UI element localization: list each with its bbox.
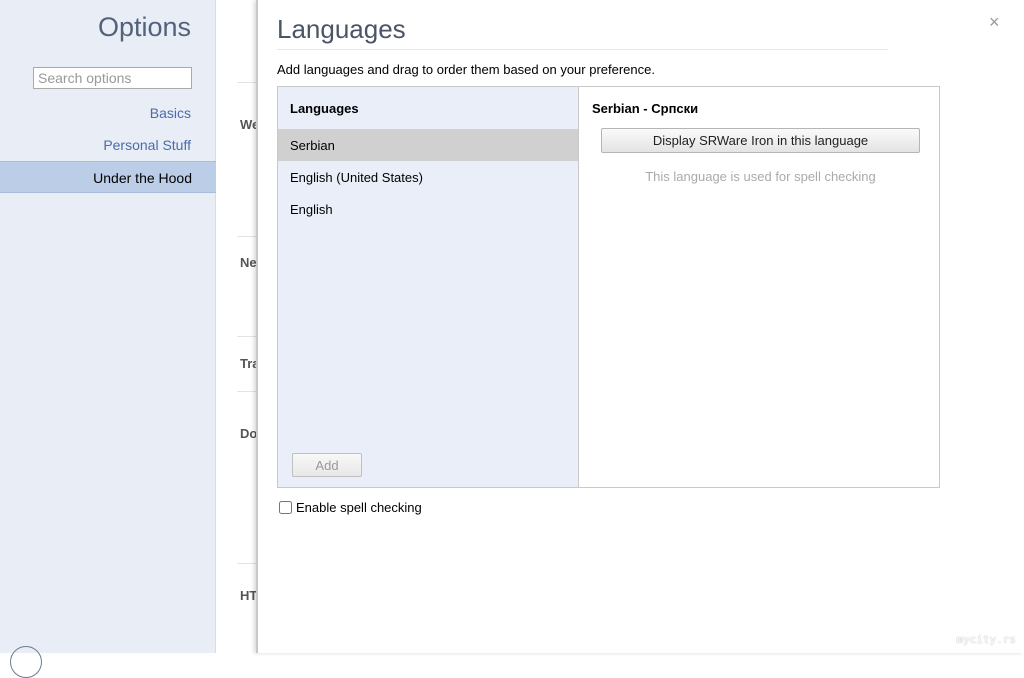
options-title: Options: [97, 12, 191, 42]
language-list: Languages Serbian English (United States…: [278, 87, 579, 487]
dialog-description: Add languages and drag to order them bas…: [277, 62, 655, 77]
section-label: Do: [240, 426, 258, 441]
add-button[interactable]: Add: [292, 453, 362, 477]
spell-check-label: Enable spell checking: [296, 500, 422, 515]
avatar-icon: [10, 646, 42, 678]
search-input[interactable]: [33, 67, 192, 89]
spell-check-checkbox[interactable]: [279, 501, 292, 514]
divider: [277, 49, 888, 50]
divider: [237, 563, 257, 564]
languages-dialog: Languages × Add languages and drag to or…: [256, 0, 1024, 653]
underlying-page: We Ne Tra Do HT: [217, 0, 260, 653]
section-label: Ne: [240, 255, 257, 270]
language-item-serbian[interactable]: Serbian: [278, 129, 578, 161]
nav-under-the-hood[interactable]: Under the Hood: [0, 161, 216, 193]
selected-language-header: Serbian - Српски: [592, 101, 699, 116]
close-icon[interactable]: ×: [989, 12, 1000, 33]
nav-basics[interactable]: Basics: [150, 105, 191, 121]
watermark: mycity.rs: [956, 633, 1016, 646]
languages-panel: Languages Serbian English (United States…: [277, 86, 940, 488]
section-label: HT: [240, 588, 258, 603]
divider: [237, 82, 257, 83]
language-item-english-us[interactable]: English (United States): [278, 161, 578, 193]
spell-check-note: This language is used for spell checking: [645, 169, 876, 184]
language-item-english[interactable]: English: [278, 193, 578, 225]
dialog-title: Languages: [277, 14, 406, 44]
nav-label: Under the Hood: [93, 170, 192, 186]
spell-check-option[interactable]: Enable spell checking: [279, 500, 422, 515]
divider: [237, 236, 257, 237]
nav-personal-stuff[interactable]: Personal Stuff: [103, 137, 191, 153]
sidebar: Options Basics Personal Stuff Under the …: [0, 0, 216, 678]
divider: [237, 391, 257, 392]
display-in-language-button[interactable]: Display SRWare Iron in this language: [601, 128, 920, 153]
list-header: Languages: [290, 101, 359, 116]
divider: [237, 336, 257, 337]
